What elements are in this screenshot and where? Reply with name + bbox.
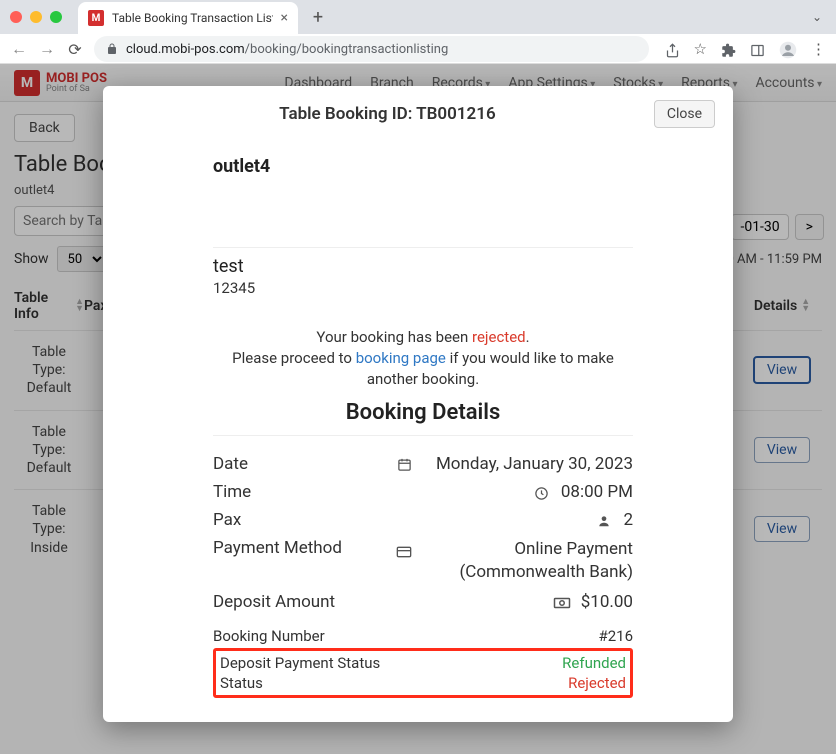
nav-reload-icon[interactable]: ⟳	[66, 40, 84, 59]
detail-payment-method: Payment Method Online Payment (Commonwea…	[213, 534, 633, 588]
share-icon[interactable]	[665, 40, 680, 58]
clock-icon	[531, 483, 553, 501]
extensions-icon[interactable]	[721, 40, 736, 58]
address-bar: ← → ⟳ cloud.mobi-pos.com/booking/booking…	[0, 34, 836, 64]
profile-icon[interactable]	[779, 39, 797, 58]
detail-deposit-payment-status: Deposit Payment Status Refunded	[220, 653, 626, 673]
window-controls	[10, 11, 62, 23]
browser-tab[interactable]: M Table Booking Transaction Listi ×	[78, 2, 298, 34]
close-button[interactable]: Close	[654, 100, 715, 128]
nav-back-icon[interactable]: ←	[10, 39, 28, 59]
tab-favicon-icon: M	[88, 10, 104, 26]
menu-icon[interactable]: ⋮	[811, 40, 826, 58]
url-path: /booking/bookingtransactionlisting	[245, 42, 449, 57]
lock-icon	[106, 42, 118, 57]
detail-date: Date Monday, January 30, 2023	[213, 450, 633, 478]
booking-modal: Table Booking ID: TB001216 Close outlet4…	[103, 86, 733, 722]
customer-name: test	[213, 256, 633, 277]
tab-close-icon[interactable]: ×	[281, 10, 288, 26]
url-host: cloud.mobi-pos.com	[126, 42, 245, 57]
detail-status: Status Rejected	[220, 673, 626, 693]
nav-forward-icon: →	[38, 39, 56, 59]
modal-outlet: outlet4	[213, 156, 633, 177]
booking-details-list: Date Monday, January 30, 2023 Time 08:00…	[213, 450, 633, 698]
new-tab-button[interactable]: +	[304, 3, 332, 31]
modal-header: Table Booking ID: TB001216 Close	[103, 86, 733, 140]
close-window-icon[interactable]	[10, 11, 22, 23]
detail-time: Time 08:00 PM	[213, 478, 633, 506]
divider	[213, 435, 633, 436]
tab-dropdown-icon[interactable]: ⌄	[812, 10, 822, 24]
calendar-icon	[393, 454, 415, 472]
status-message: Your booking has been rejected. Please p…	[213, 327, 633, 390]
status-highlight-box: Deposit Payment Status Refunded Status R…	[213, 648, 633, 698]
detail-pax: Pax 2	[213, 506, 633, 534]
person-icon	[593, 511, 615, 529]
booking-details-heading: Booking Details	[213, 400, 633, 425]
modal-title: Table Booking ID: TB001216	[121, 104, 654, 124]
tab-title: Table Booking Transaction Listi	[112, 11, 273, 25]
status-rejected: rejected	[472, 328, 526, 346]
browser-chrome: M Table Booking Transaction Listi × + ⌄ …	[0, 0, 836, 64]
bookmark-icon[interactable]: ☆	[694, 40, 707, 58]
card-icon	[393, 541, 415, 561]
divider	[213, 247, 633, 248]
maximize-window-icon[interactable]	[50, 11, 62, 23]
url-field[interactable]: cloud.mobi-pos.com/booking/bookingtransa…	[94, 36, 649, 62]
customer-phone: 12345	[213, 279, 633, 297]
detail-deposit-amount: Deposit Amount $10.00	[213, 588, 633, 616]
modal-body: outlet4 test 12345 Your booking has been…	[103, 156, 733, 698]
detail-booking-number: Booking Number #216	[213, 626, 633, 646]
minimize-window-icon[interactable]	[30, 11, 42, 23]
money-icon	[551, 593, 573, 611]
booking-page-link[interactable]: booking page	[356, 349, 446, 367]
tab-strip: M Table Booking Transaction Listi × + ⌄	[0, 0, 836, 34]
panel-icon[interactable]	[750, 40, 765, 58]
